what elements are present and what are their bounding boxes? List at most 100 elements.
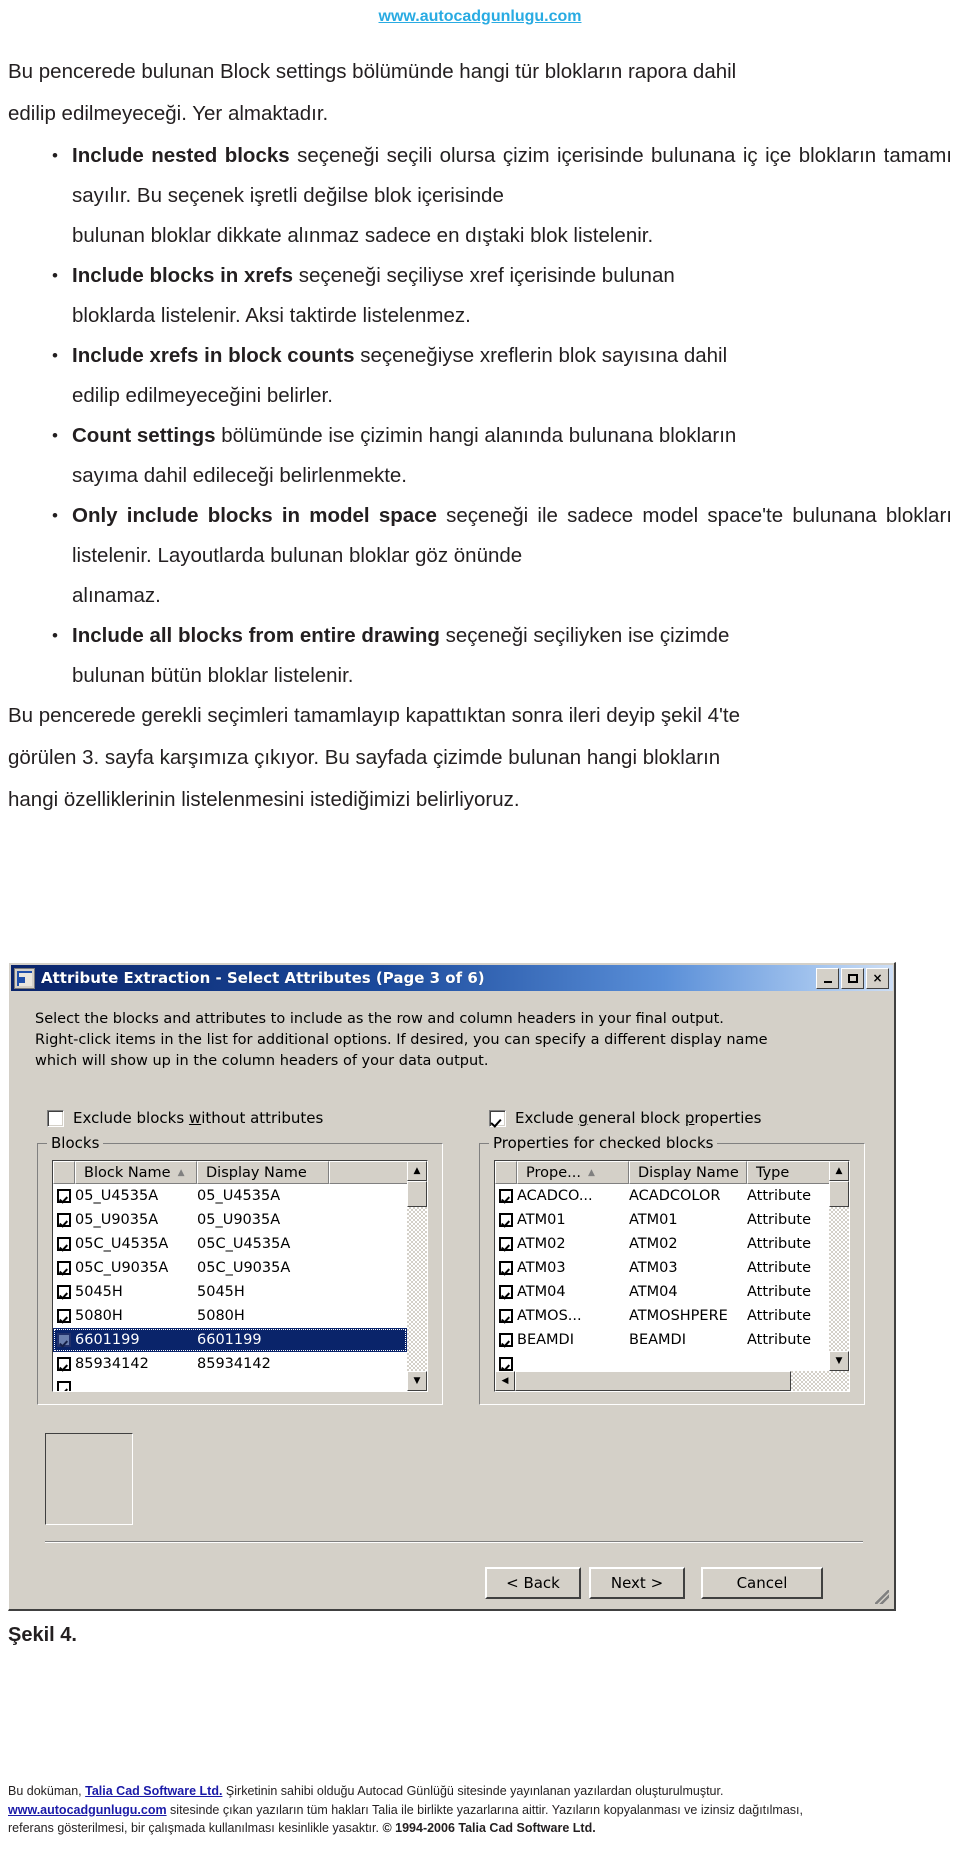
properties-vertical-scrollbar[interactable]: ▲ ▼ (829, 1161, 849, 1391)
table-row[interactable]: 05_U4535A 05_U4535A (53, 1184, 407, 1208)
row-block-name: 05C_U9035A (75, 1260, 169, 1276)
row-type: Attribute (747, 1260, 812, 1276)
row-checkbox[interactable] (53, 1333, 75, 1347)
blocks-listview-rows: 05_U4535A 05_U4535A 05_U9035A 05_U9035A … (53, 1184, 407, 1391)
page-footer: Bu doküman, Talia Cad Software Ltd. Şirk… (8, 1782, 952, 1838)
properties-group: Properties for checked blocks Prope... ▲… (479, 1134, 865, 1405)
table-row[interactable]: ATM03 ATM03 Attribute (495, 1256, 829, 1280)
scroll-up-button[interactable]: ▲ (407, 1161, 427, 1181)
table-row[interactable]: BEAMDI BEAMDI Attribute (495, 1328, 829, 1352)
site-url-footer-link[interactable]: www.autocadgunlugu.com (8, 1803, 167, 1817)
scroll-up-button[interactable]: ▲ (829, 1161, 849, 1181)
row-checkbox[interactable] (53, 1189, 75, 1203)
table-row[interactable]: 05_U9035A 05_U9035A (53, 1208, 407, 1232)
resize-grip-icon[interactable] (875, 1590, 889, 1604)
table-row[interactable]: ATM02 ATM02 Attribute (495, 1232, 829, 1256)
exclude-general-block-properties-checkbox[interactable] (489, 1109, 506, 1127)
properties-listview[interactable]: Prope... ▲ Display Name Type ACADCO... A… (494, 1160, 850, 1392)
table-row[interactable]: 85934142 85934142 (53, 1352, 407, 1376)
cancel-button[interactable]: Cancel (701, 1567, 823, 1599)
table-row-selected[interactable]: 6601199 6601199 (53, 1328, 407, 1352)
bullet-last-line: edilip edilmeyeceğini belirler. (72, 384, 333, 407)
instruction-line-3: which will show up in the column headers… (35, 1053, 489, 1069)
close-icon: × (872, 971, 883, 985)
row-checkbox[interactable] (495, 1285, 517, 1299)
next-button[interactable]: Next > (589, 1567, 685, 1599)
scroll-thumb[interactable] (407, 1181, 427, 1207)
table-row[interactable]: ATMOS... ATMOSHPERE Attribute (495, 1304, 829, 1328)
row-checkbox[interactable] (53, 1237, 75, 1251)
row-type: Attribute (747, 1212, 812, 1228)
table-row[interactable]: 5080H 5080H (53, 1304, 407, 1328)
minimize-button[interactable] (816, 967, 839, 989)
row-checkbox[interactable] (495, 1213, 517, 1227)
row-block-name: 05C_U4535A (75, 1236, 169, 1252)
attribute-extraction-dialog: Attribute Extraction - Select Attributes… (8, 962, 896, 1611)
properties-group-label: Properties for checked blocks (489, 1134, 718, 1152)
table-row[interactable]: 05C_U4535A 05C_U4535A (53, 1232, 407, 1256)
scroll-thumb[interactable] (829, 1181, 849, 1207)
scroll-down-button[interactable]: ▼ (829, 1351, 849, 1371)
intro-line-2: edilip edilmeyeceği. Yer almaktadır. (8, 102, 329, 125)
row-checkbox[interactable] (53, 1357, 75, 1371)
blocks-group: Blocks Block Name ▲ Display Name 05_U453… (37, 1134, 443, 1405)
footer-line-1-prefix: Bu doküman, (8, 1784, 86, 1798)
scroll-thumb-horizontal[interactable] (515, 1371, 791, 1391)
row-checkbox[interactable] (495, 1333, 517, 1347)
row-checkbox[interactable] (53, 1285, 75, 1299)
properties-horizontal-scrollbar[interactable]: ◀ (495, 1371, 829, 1391)
row-checkbox[interactable] (495, 1237, 517, 1251)
bullet-term: Include blocks in xrefs (72, 264, 294, 287)
table-row[interactable]: 05C_U9035A 05C_U9035A (53, 1256, 407, 1280)
outro-line-1: Bu pencerede gerekli seçimleri tamamlayı… (8, 704, 741, 727)
properties-header-display-name[interactable]: Display Name (629, 1161, 747, 1184)
exclude-blocks-without-attributes-row[interactable]: Exclude blocks without attributes (47, 1109, 323, 1127)
row-checkbox[interactable] (53, 1261, 75, 1275)
row-checkbox[interactable] (495, 1261, 517, 1275)
properties-header-check-col[interactable] (495, 1161, 517, 1184)
properties-header-property[interactable]: Prope... ▲ (517, 1161, 629, 1184)
blocks-header-block-name[interactable]: Block Name ▲ (75, 1161, 197, 1184)
back-button[interactable]: < Back (485, 1567, 581, 1599)
row-checkbox[interactable] (495, 1357, 517, 1371)
properties-listview-rows: ACADCO... ACADCOLOR Attribute ATM01 ATM0… (495, 1184, 829, 1376)
table-row[interactable]: ATM01 ATM01 Attribute (495, 1208, 829, 1232)
talia-cad-link[interactable]: Talia Cad Software Ltd. (85, 1784, 222, 1798)
exclude-general-block-properties-row[interactable]: Exclude general block properties (489, 1109, 761, 1127)
dialog-instructions: Select the blocks and attributes to incl… (35, 1009, 875, 1072)
site-url-link[interactable]: www.autocadgunlugu.com (0, 8, 960, 26)
next-button-label: Next > (610, 1574, 664, 1592)
bullet-term: Include all blocks from entire drawing (72, 624, 440, 647)
maximize-button[interactable] (841, 967, 864, 989)
row-display-name: BEAMDI (629, 1332, 686, 1348)
bullet-last-line: alınamaz. (72, 584, 161, 607)
table-row[interactable]: 5045H 5045H (53, 1280, 407, 1304)
blocks-vertical-scrollbar[interactable]: ▲ ▼ (407, 1161, 427, 1391)
table-row[interactable]: ACADCO... ACADCOLOR Attribute (495, 1184, 829, 1208)
list-item: Include nested blocks seçeneği seçili ol… (8, 136, 952, 256)
row-block-name: 85934142 (75, 1356, 149, 1372)
row-type: Attribute (747, 1188, 812, 1204)
row-checkbox[interactable] (53, 1309, 75, 1323)
close-button[interactable]: × (866, 967, 889, 989)
row-checkbox[interactable] (53, 1213, 75, 1227)
bullet-last-line: bulunan bloklar dikkate alınmaz sadece e… (72, 224, 654, 247)
dialog-titlebar[interactable]: Attribute Extraction - Select Attributes… (11, 965, 893, 991)
outro-line-2: görülen 3. sayfa karşımıza çıkıyor. Bu s… (8, 746, 721, 769)
dialog-title: Attribute Extraction - Select Attributes… (41, 969, 485, 987)
row-block-name: 05_U4535A (75, 1188, 159, 1204)
bullet-last-line: sayıma dahil edileceği belirlenmekte. (72, 464, 408, 487)
row-checkbox[interactable] (53, 1381, 75, 1391)
exclude-blocks-without-attributes-checkbox[interactable] (47, 1109, 64, 1127)
table-row-partial[interactable] (53, 1376, 407, 1391)
blocks-listview[interactable]: Block Name ▲ Display Name 05_U4535A 05_U… (52, 1160, 428, 1392)
scroll-left-button[interactable]: ◀ (495, 1371, 515, 1391)
table-row[interactable]: ATM04 ATM04 Attribute (495, 1280, 829, 1304)
footer-line-3: referans gösterilmesi, bir çalışmada kul… (8, 1819, 952, 1838)
row-checkbox[interactable] (495, 1189, 517, 1203)
row-checkbox[interactable] (495, 1309, 517, 1323)
blocks-header-display-name[interactable]: Display Name (197, 1161, 329, 1184)
blocks-header-check-col[interactable] (53, 1161, 75, 1184)
row-type: Attribute (747, 1332, 812, 1348)
scroll-down-button[interactable]: ▼ (407, 1371, 427, 1391)
